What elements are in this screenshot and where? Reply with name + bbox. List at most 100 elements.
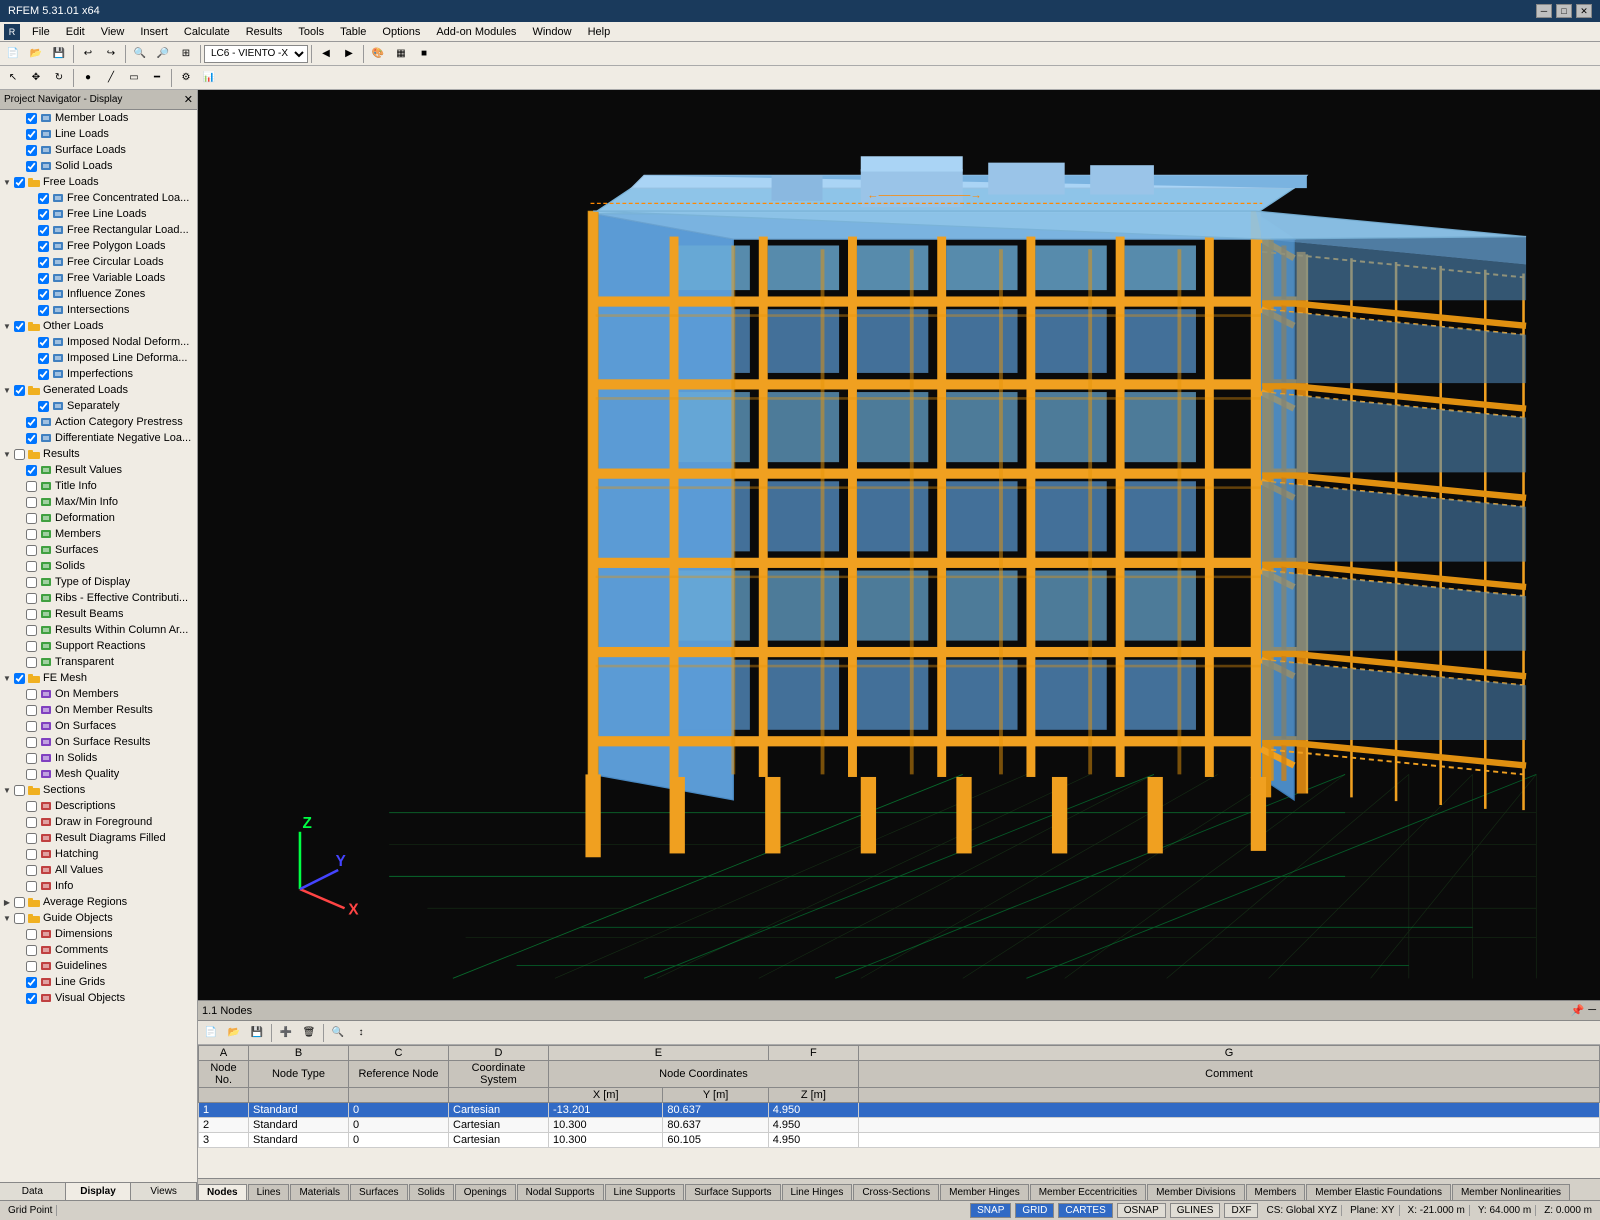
tree-item-surfaces[interactable]: Surfaces — [0, 542, 197, 558]
checkbox-sections[interactable] — [14, 785, 25, 796]
checkbox-free-conc[interactable] — [38, 193, 49, 204]
tree-expand-mesh-quality[interactable] — [14, 769, 24, 779]
checkbox-fe-mesh[interactable] — [14, 673, 25, 684]
tree-item-support-reactions[interactable]: Support Reactions — [0, 638, 197, 654]
menu-item-file[interactable]: File — [24, 24, 58, 40]
tree-item-guidelines[interactable]: Guidelines — [0, 958, 197, 974]
status-grid-btn[interactable]: GRID — [1015, 1203, 1054, 1218]
tree-item-on-surfaces[interactable]: On Surfaces — [0, 718, 197, 734]
menu-item-edit[interactable]: Edit — [58, 24, 93, 40]
checkbox-mesh-quality[interactable] — [26, 769, 37, 780]
tree-expand-line-loads[interactable] — [14, 129, 24, 139]
tree-item-descriptions[interactable]: Descriptions — [0, 798, 197, 814]
tree-expand-info[interactable] — [14, 881, 24, 891]
checkbox-on-members[interactable] — [26, 689, 37, 700]
checkbox-free-loads[interactable] — [14, 177, 25, 188]
checkbox-solids[interactable] — [26, 561, 37, 572]
calc-btn[interactable]: ⚙ — [175, 68, 197, 88]
data-tab-member-hinges[interactable]: Member Hinges — [940, 1184, 1029, 1200]
tree-expand-members[interactable] — [14, 529, 24, 539]
tree-expand-on-surface-results[interactable] — [14, 737, 24, 747]
tree-item-separately[interactable]: Separately — [0, 398, 197, 414]
new-btn[interactable]: 📄 — [2, 44, 24, 64]
tree-item-results-within[interactable]: Results Within Column Ar... — [0, 622, 197, 638]
checkbox-free-circular[interactable] — [38, 257, 49, 268]
tree-item-free-rect[interactable]: Free Rectangular Load... — [0, 222, 197, 238]
checkbox-on-surface-results[interactable] — [26, 737, 37, 748]
status-glines-btn[interactable]: GLINES — [1170, 1203, 1221, 1218]
tree-expand-free-circular[interactable] — [26, 257, 36, 267]
tree-item-hatching[interactable]: Hatching — [0, 846, 197, 862]
tree-item-diff-neg[interactable]: Differentiate Negative Loa... — [0, 430, 197, 446]
tree-expand-free-line[interactable] — [26, 209, 36, 219]
tree-item-result-beams[interactable]: Result Beams — [0, 606, 197, 622]
tree-expand-action-cat[interactable] — [14, 417, 24, 427]
checkbox-result-diagrams[interactable] — [26, 833, 37, 844]
data-save-btn[interactable]: 💾 — [246, 1023, 268, 1043]
tree-expand-result-diagrams[interactable] — [14, 833, 24, 843]
tree-item-line-grids[interactable]: Line Grids — [0, 974, 197, 990]
tree-item-other-loads[interactable]: ▼Other Loads — [0, 318, 197, 334]
tree-item-free-circular[interactable]: Free Circular Loads — [0, 254, 197, 270]
checkbox-guide-objects[interactable] — [14, 913, 25, 924]
tree-item-on-surface-results[interactable]: On Surface Results — [0, 734, 197, 750]
tree-item-imposed-line[interactable]: Imposed Line Deforma... — [0, 350, 197, 366]
surface-btn[interactable]: ▭ — [123, 68, 145, 88]
checkbox-on-surfaces[interactable] — [26, 721, 37, 732]
tree-expand-ribs-eff[interactable] — [14, 593, 24, 603]
checkbox-imperfections[interactable] — [38, 369, 49, 380]
checkbox-all-values[interactable] — [26, 865, 37, 876]
save-btn[interactable]: 💾 — [48, 44, 70, 64]
tree-item-maxmin-info[interactable]: Max/Min Info — [0, 494, 197, 510]
status-osnap-btn[interactable]: OSNAP — [1117, 1203, 1166, 1218]
tree-item-visual-objects[interactable]: Visual Objects — [0, 990, 197, 1006]
menu-item-tools[interactable]: Tools — [290, 24, 332, 40]
checkbox-line-loads[interactable] — [26, 129, 37, 140]
checkbox-results[interactable] — [14, 449, 25, 460]
data-tab-member-nonlinearities[interactable]: Member Nonlinearities — [1452, 1184, 1570, 1200]
data-tab-member-divisions[interactable]: Member Divisions — [1147, 1184, 1244, 1200]
tree-item-comments[interactable]: Comments — [0, 942, 197, 958]
tree-item-guide-objects[interactable]: ▼Guide Objects — [0, 910, 197, 926]
tree-item-fe-mesh[interactable]: ▼FE Mesh — [0, 670, 197, 686]
status-snap-btn[interactable]: SNAP — [970, 1203, 1011, 1218]
tree-expand-imposed-line[interactable] — [26, 353, 36, 363]
tree-expand-type-display[interactable] — [14, 577, 24, 587]
tree-item-solids[interactable]: Solids — [0, 558, 197, 574]
tree-item-imperfections[interactable]: Imperfections — [0, 366, 197, 382]
data-tab-members[interactable]: Members — [1246, 1184, 1306, 1200]
tree-expand-generated-loads[interactable]: ▼ — [2, 385, 12, 395]
table-row[interactable]: 1Standard0Cartesian-13.20180.6374.950 — [199, 1103, 1600, 1118]
checkbox-action-cat[interactable] — [26, 417, 37, 428]
data-new-row-btn[interactable]: 📄 — [200, 1023, 222, 1043]
tree-item-dimensions[interactable]: Dimensions — [0, 926, 197, 942]
tree-expand-separately[interactable] — [26, 401, 36, 411]
undo-btn[interactable]: ↩ — [77, 44, 99, 64]
tree-expand-fe-mesh[interactable]: ▼ — [2, 673, 12, 683]
tree-expand-title-info[interactable] — [14, 481, 24, 491]
data-open-btn[interactable]: 📂 — [223, 1023, 245, 1043]
data-tab-surfaces[interactable]: Surfaces — [350, 1184, 407, 1200]
tree-expand-on-surfaces[interactable] — [14, 721, 24, 731]
menu-item-insert[interactable]: Insert — [132, 24, 176, 40]
tree-expand-result-beams[interactable] — [14, 609, 24, 619]
tree-item-solid-loads[interactable]: Solid Loads — [0, 158, 197, 174]
checkbox-free-variable[interactable] — [38, 273, 49, 284]
checkbox-result-values[interactable] — [26, 465, 37, 476]
select-btn[interactable]: ↖ — [2, 68, 24, 88]
tab-views[interactable]: Views — [131, 1183, 197, 1200]
menu-item-table[interactable]: Table — [332, 24, 374, 40]
data-tab-lines[interactable]: Lines — [248, 1184, 290, 1200]
checkbox-imposed-line[interactable] — [38, 353, 49, 364]
tree-item-free-loads[interactable]: ▼Free Loads — [0, 174, 197, 190]
checkbox-results-within[interactable] — [26, 625, 37, 636]
menu-item-view[interactable]: View — [93, 24, 133, 40]
data-table-wrap[interactable]: A B C D E F G Node No. Node Type Referen… — [198, 1045, 1600, 1178]
tree-item-free-line[interactable]: Free Line Loads — [0, 206, 197, 222]
tree-expand-solids[interactable] — [14, 561, 24, 571]
checkbox-line-grids[interactable] — [26, 977, 37, 988]
data-tab-solids[interactable]: Solids — [409, 1184, 454, 1200]
checkbox-free-line[interactable] — [38, 209, 49, 220]
tree-item-sections[interactable]: ▼Sections — [0, 782, 197, 798]
checkbox-separately[interactable] — [38, 401, 49, 412]
